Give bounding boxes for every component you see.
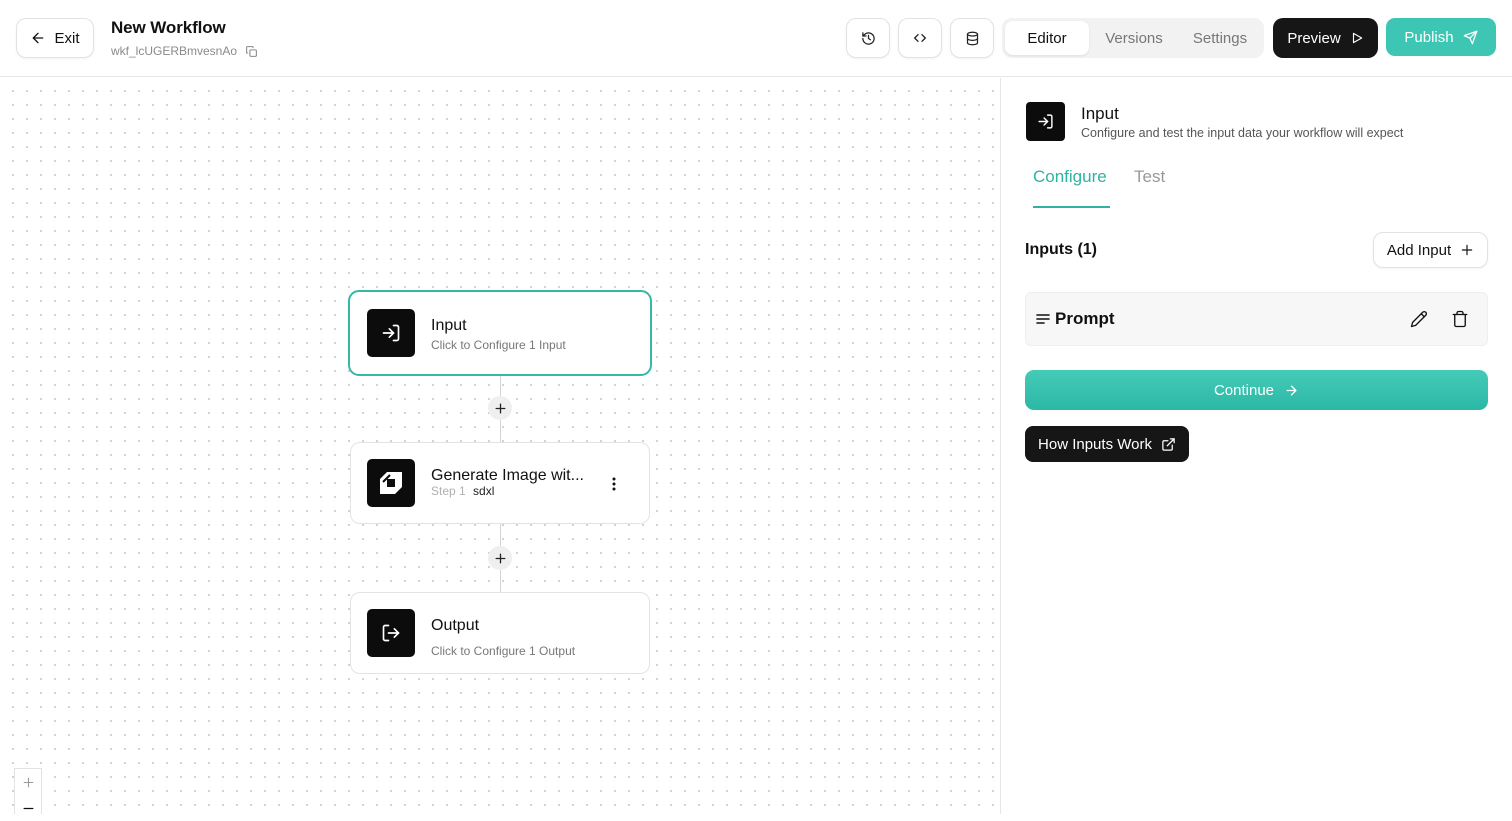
node-title: Generate Image wit... <box>431 467 584 484</box>
send-icon <box>1463 30 1478 45</box>
output-arrow-icon <box>367 609 415 657</box>
generate-image-node[interactable]: Generate Image wit... Step 1 sdxl <box>350 442 650 524</box>
add-step-button[interactable] <box>488 546 512 570</box>
workflow-title-block: New Workflow wkf_lcUGERBmvesnAo <box>111 18 258 58</box>
how-label: How Inputs Work <box>1038 435 1152 453</box>
input-item-prompt[interactable]: Prompt <box>1025 292 1488 346</box>
top-bar: Exit New Workflow wkf_lcUGERBmvesnAo Edi… <box>0 0 1512 77</box>
input-arrow-icon <box>367 309 415 357</box>
workflow-canvas[interactable]: Input Click to Configure 1 Input Generat… <box>0 78 1000 814</box>
node-title: Input <box>431 317 467 334</box>
node-subtitle: Click to Configure 1 Input <box>431 338 566 352</box>
input-config-panel: Input Configure and test the input data … <box>1001 78 1512 814</box>
editor-mode-tabs: Editor Versions Settings <box>1002 18 1264 58</box>
inputs-count-label: Inputs (1) <box>1025 241 1097 258</box>
add-step-button[interactable] <box>488 396 512 420</box>
zoom-controls <box>14 768 42 814</box>
continue-label: Continue <box>1213 381 1275 399</box>
database-icon <box>965 31 980 46</box>
code-icon <box>912 30 928 46</box>
exit-button[interactable]: Exit <box>16 18 94 58</box>
workflow-id: wkf_lcUGERBmvesnAo <box>111 44 238 58</box>
tab-editor[interactable]: Editor <box>1005 21 1089 55</box>
exit-label: Exit <box>54 29 80 47</box>
tab-configure[interactable]: Configure <box>1033 167 1107 187</box>
model-label: sdxl <box>473 484 495 498</box>
history-icon <box>861 31 876 46</box>
preview-button[interactable]: Preview <box>1273 18 1378 58</box>
copy-icon[interactable] <box>245 45 258 58</box>
workflow-title: New Workflow <box>111 18 226 37</box>
zoom-in-button[interactable] <box>15 769 41 795</box>
input-node[interactable]: Input Click to Configure 1 Input <box>348 290 652 376</box>
continue-button[interactable]: Continue <box>1025 370 1488 410</box>
preview-label: Preview <box>1287 29 1341 47</box>
sdxl-logo-icon <box>367 459 415 507</box>
how-inputs-work-button[interactable]: How Inputs Work <box>1025 426 1189 462</box>
code-button[interactable] <box>898 18 942 58</box>
node-subtitle: Click to Configure 1 Output <box>431 644 576 658</box>
node-title: Output <box>431 617 480 634</box>
panel-title: Input <box>1081 104 1119 123</box>
arrow-left-icon <box>30 30 46 46</box>
node-subtitle: Step 1 sdxl <box>431 484 494 498</box>
step-label: Step 1 <box>431 484 466 498</box>
tab-settings[interactable]: Settings <box>1179 21 1261 55</box>
trash-icon[interactable] <box>1451 310 1469 328</box>
tab-test[interactable]: Test <box>1134 167 1165 187</box>
zoom-out-button[interactable] <box>15 795 41 821</box>
add-input-label: Add Input <box>1386 241 1452 259</box>
text-lines-icon <box>1036 313 1050 325</box>
input-name: Prompt <box>1055 309 1115 328</box>
add-input-button[interactable]: Add Input <box>1373 232 1488 268</box>
publish-label: Publish <box>1404 28 1454 46</box>
plus-icon <box>1460 243 1474 257</box>
tab-versions[interactable]: Versions <box>1089 21 1179 55</box>
plus-icon <box>494 552 507 565</box>
database-button[interactable] <box>950 18 994 58</box>
active-tab-indicator <box>1033 206 1110 208</box>
plus-icon <box>494 402 507 415</box>
arrow-right-icon <box>1284 383 1299 398</box>
output-node[interactable]: Output Click to Configure 1 Output <box>350 592 650 674</box>
publish-button[interactable]: Publish <box>1386 18 1496 56</box>
external-link-icon <box>1161 437 1176 452</box>
input-arrow-icon <box>1026 102 1065 141</box>
panel-subtitle: Configure and test the input data your w… <box>1081 126 1404 140</box>
play-icon <box>1350 31 1364 45</box>
history-button[interactable] <box>846 18 890 58</box>
more-vertical-icon[interactable] <box>605 475 623 493</box>
pencil-icon[interactable] <box>1410 310 1428 328</box>
